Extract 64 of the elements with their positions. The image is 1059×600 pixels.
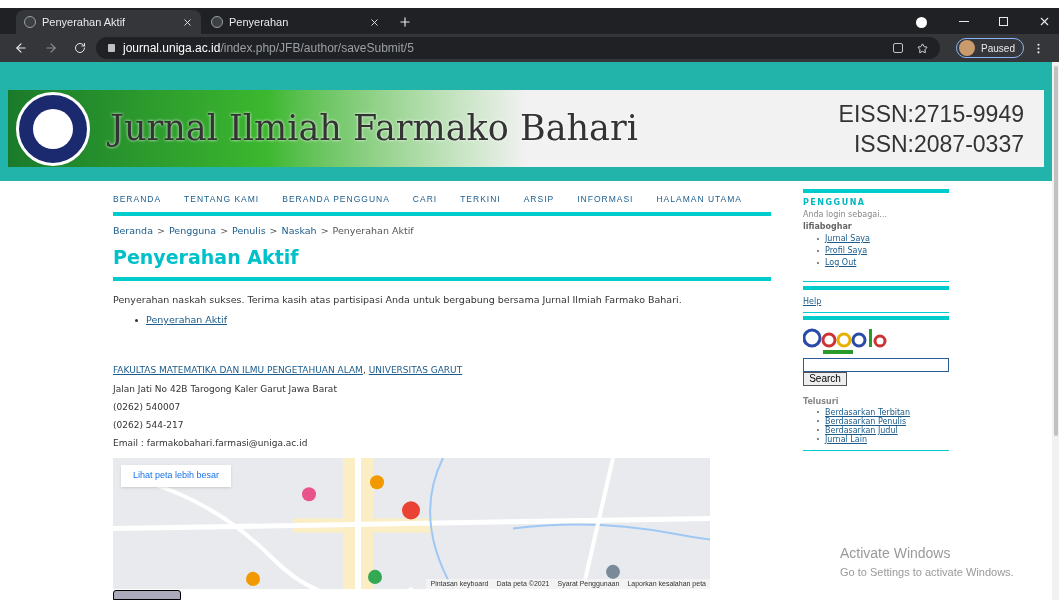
larger-map-button[interactable]: Lihat peta lebih besar	[121, 465, 232, 487]
nav-link[interactable]: ARSIP	[523, 193, 555, 207]
breadcrumb-separator: >	[156, 223, 165, 238]
license-icon[interactable]	[113, 590, 181, 600]
breadcrumb-current: Penyerahan Aktif	[332, 223, 414, 238]
new-tab-icon[interactable]	[398, 15, 412, 29]
activation-subtitle: Go to Settings to activate Windows.	[840, 565, 1014, 580]
scrollbar[interactable]	[1052, 62, 1059, 600]
breadcrumb-link[interactable]: Pengguna	[168, 223, 217, 238]
nav-link[interactable]: TERKINI	[460, 193, 501, 207]
breadcrumb-link[interactable]: Beranda	[113, 223, 153, 238]
reload-icon[interactable]	[74, 42, 86, 54]
contact-line: (0262) 544-217	[113, 420, 185, 431]
breadcrumb-separator: >	[220, 223, 229, 238]
contact-line: (0262) 540007	[113, 402, 182, 413]
page-heading: Penyerahan Aktif	[113, 245, 300, 270]
login-note: Anda login sebagai...	[803, 208, 888, 221]
back-icon[interactable]	[14, 41, 28, 55]
sidebar-link[interactable]: Berdasarkan Judul	[825, 425, 898, 435]
address-bar[interactable]: journal.uniga.ac.id/index.php/JFB/author/saveSubmit/5	[96, 37, 941, 59]
url-path: /index.php/JFB/author/saveSubmit/5	[220, 40, 414, 57]
activation-title: Activate Windows	[840, 544, 952, 563]
breadcrumb-separator: >	[320, 223, 329, 238]
breadcrumb-link[interactable]: Naskah	[281, 223, 317, 238]
help-link[interactable]: Help	[803, 295, 949, 308]
bullet-icon	[135, 318, 138, 322]
tab-title: Penyerahan Aktif	[42, 14, 127, 30]
comma: ,	[362, 363, 366, 377]
sidebar-link[interactable]: Berdasarkan Penulis	[825, 416, 907, 426]
nav-link[interactable]: BERANDA PENGGUNA	[282, 193, 390, 207]
nav-link[interactable]: HALAMAN UTAMA	[656, 193, 743, 207]
nav-link[interactable]: TENTANG KAMI	[184, 193, 260, 207]
contact-line: Email : farmakobahari.farmasi@uniga.ac.id	[113, 438, 309, 449]
contact-line: Jalan Jati No 42B Tarogong Kaler Garut Jawa Barat	[113, 384, 338, 395]
url-host: journal.uniga.ac.id	[123, 40, 221, 57]
sidebar-link[interactable]: Jurnal Lain	[825, 434, 867, 444]
close-icon[interactable]	[369, 16, 380, 28]
browser-tab[interactable]: Penyerahan Aktif	[16, 10, 201, 34]
sidebar-link[interactable]: Berdasarkan Terbitan	[825, 407, 911, 417]
sidebar-title: PENGGUNA	[803, 196, 867, 209]
submission-link[interactable]: Penyerahan Aktif	[146, 313, 228, 328]
search-field[interactable]	[803, 357, 949, 372]
forward-icon[interactable]	[44, 41, 58, 55]
sidebar-link[interactable]: Profil Saya	[825, 244, 868, 257]
close-icon[interactable]	[182, 16, 193, 28]
footer-link[interactable]: FAKULTAS MATEMATIKA DAN ILMU PENGETAHUAN ALAM	[113, 363, 363, 377]
footer-link[interactable]: UNIVERSITAS GARUT	[368, 363, 463, 377]
restore-icon[interactable]	[999, 17, 1008, 26]
breadcrumb-link[interactable]: Penulis	[232, 223, 266, 238]
success-message: Penyerahan naskah sukses. Terima kasih atas partisipasi Anda untuk bergabung bersama Jurnal Ilmiah Farmako Bahari.	[113, 293, 683, 307]
breadcrumb-separator: >	[269, 223, 278, 238]
username: lifiaboghar	[803, 220, 853, 233]
close-icon[interactable]	[1038, 15, 1051, 28]
avatar-icon	[959, 40, 976, 56]
sidebar-link[interactable]: Log Out	[825, 256, 857, 269]
sidebar-link[interactable]: Jurnal Saya	[825, 232, 870, 245]
eissn-number: EISSN:2715-9949	[838, 99, 1024, 129]
star-icon[interactable]	[917, 42, 929, 54]
browse-title: Telusuri	[803, 395, 840, 408]
issn-number: ISSN:2087-0337	[853, 129, 1024, 159]
tab-title: Penyerahan	[229, 14, 290, 30]
nav-link[interactable]: CARI	[412, 193, 438, 207]
nav-link[interactable]: INFORMASI	[577, 193, 634, 207]
nav-link[interactable]: BERANDA	[113, 193, 162, 207]
